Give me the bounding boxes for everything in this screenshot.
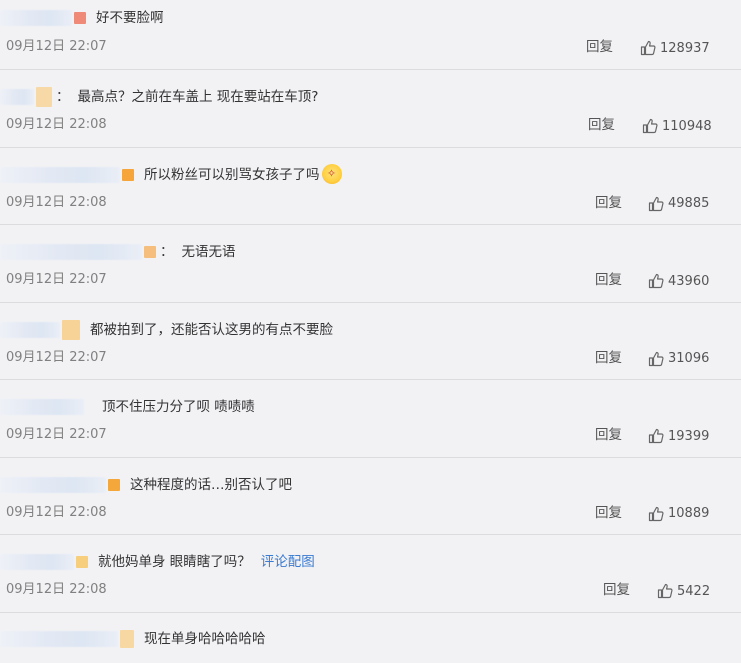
comment-text: 都被拍到了，还能否认这男的有点不要脸 <box>90 321 333 338</box>
user-badge-icon <box>120 629 134 648</box>
user-row: 这种程度的话…别否认了吧 <box>0 472 292 498</box>
like-button[interactable]: 19399 <box>648 426 709 446</box>
like-button[interactable]: 110948 <box>642 116 712 136</box>
username-blurred[interactable] <box>0 166 120 183</box>
comment-body: 最高点？之前在车盖上 现在要站在车顶? <box>77 89 319 105</box>
user-row: 都被拍到了，还能否认这男的有点不要脸 <box>0 317 333 343</box>
like-count: 110948 <box>662 118 712 134</box>
user-badge-icon <box>36 87 52 107</box>
username-blurred[interactable] <box>0 10 72 26</box>
like-button[interactable]: 5422 <box>657 581 710 601</box>
comment-text: 好不要脸啊 <box>96 10 164 26</box>
user-row: 所以粉丝可以别骂女孩子了吗 ✧ <box>0 162 342 188</box>
thumbs-up-icon <box>642 118 658 134</box>
reply-button[interactable]: 回复 <box>595 193 622 213</box>
comment-timestamp: 09月12日 22:07 <box>6 39 107 54</box>
reply-button[interactable]: 回复 <box>595 425 622 445</box>
user-badge-icon <box>62 319 80 340</box>
username-blurred[interactable] <box>0 476 106 493</box>
thumbs-up-icon <box>640 40 656 56</box>
comment-text: 现在单身哈哈哈哈哈 <box>144 630 266 647</box>
user-row: 就他妈单身 眼睛瞎了吗？ 评论配图 <box>0 549 315 575</box>
username-blurred[interactable] <box>0 399 84 415</box>
user-badge-icon <box>122 168 134 181</box>
comment-item: 都被拍到了，还能否认这男的有点不要脸 09月12日 22:07 回复 31096 <box>0 303 741 380</box>
like-count: 49885 <box>668 196 710 211</box>
like-count: 31096 <box>668 351 710 366</box>
thumbs-up-icon <box>648 273 664 289</box>
like-button[interactable]: 128937 <box>640 38 710 58</box>
comment-prefix: ： <box>56 89 70 105</box>
comment-prefix: ： <box>160 244 174 260</box>
comment-text: ： 最高点？之前在车盖上 现在要站在车顶? <box>56 84 318 110</box>
comment-timestamp: 09月12日 22:08 <box>6 194 107 210</box>
comment-text: ： 无语无语 <box>160 239 236 265</box>
reply-button[interactable]: 回复 <box>586 37 613 57</box>
thumbs-up-icon <box>657 583 673 599</box>
username-blurred[interactable] <box>0 321 60 338</box>
comment-body: 就他妈单身 眼睛瞎了吗？ <box>98 554 251 570</box>
reply-button[interactable]: 回复 <box>595 503 622 523</box>
like-count: 5422 <box>677 583 711 599</box>
comment-timestamp: 09月12日 22:08 <box>6 117 107 132</box>
comment-item: 所以粉丝可以别骂女孩子了吗 ✧ 09月12日 22:08 回复 49885 <box>0 148 741 225</box>
like-button[interactable]: 49885 <box>648 194 709 214</box>
like-button[interactable]: 31096 <box>648 349 709 369</box>
user-badge-icon <box>108 478 120 491</box>
comment-timestamp: 09月12日 22:07 <box>6 349 107 365</box>
thumbs-up-icon <box>648 351 664 366</box>
like-count: 19399 <box>668 428 710 444</box>
user-badge-icon <box>74 12 86 24</box>
comment-text: 就他妈单身 眼睛瞎了吗？ 评论配图 <box>98 549 315 575</box>
username-blurred[interactable] <box>0 554 74 570</box>
user-badge-icon <box>76 556 88 568</box>
like-button[interactable]: 10889 <box>648 504 709 524</box>
like-count: 10889 <box>668 506 710 521</box>
like-button[interactable]: 43960 <box>648 271 709 291</box>
comment-text: 所以粉丝可以别骂女孩子了吗 ✧ <box>144 162 342 188</box>
user-row: ： 最高点？之前在车盖上 现在要站在车顶? <box>0 84 318 110</box>
thumbs-up-icon <box>648 428 664 444</box>
username-blurred[interactable] <box>0 630 118 647</box>
username-blurred[interactable] <box>0 244 142 260</box>
comment-item: ： 无语无语 09月12日 22:07 回复 43960 <box>0 225 741 303</box>
comment-item: 就他妈单身 眼睛瞎了吗？ 评论配图 09月12日 22:08 回复 5422 <box>0 535 741 613</box>
user-row: 好不要脸啊 <box>0 5 164 31</box>
comment-item: 好不要脸啊 09月12日 22:07 回复 128937 <box>0 0 741 70</box>
comment-item: 顶不住压力分了呗 啧啧啧 09月12日 22:07 回复 19399 <box>0 380 741 458</box>
comment-image-link[interactable]: 评论配图 <box>261 554 315 570</box>
like-count: 43960 <box>668 273 710 289</box>
reply-button[interactable]: 回复 <box>603 580 630 600</box>
comment-timestamp: 09月12日 22:08 <box>6 582 107 597</box>
comment-item: ： 最高点？之前在车盖上 现在要站在车顶? 09月12日 22:08 回复 110… <box>0 70 741 148</box>
reply-button[interactable]: 回复 <box>595 348 622 368</box>
user-row: 顶不住压力分了呗 啧啧啧 <box>0 394 255 420</box>
comment-text: 这种程度的话…别否认了吧 <box>130 476 292 493</box>
comment-text: 顶不住压力分了呗 啧啧啧 <box>102 399 255 415</box>
reply-button[interactable]: 回复 <box>588 115 615 135</box>
comment-item: 这种程度的话…别否认了吧 09月12日 22:08 回复 10889 <box>0 458 741 535</box>
like-count: 128937 <box>660 40 710 56</box>
comment-timestamp: 09月12日 22:07 <box>6 427 107 442</box>
user-row: 现在单身哈哈哈哈哈 <box>0 626 266 652</box>
username-blurred[interactable] <box>0 89 34 105</box>
thumbs-up-icon <box>648 196 664 211</box>
comment-timestamp: 09月12日 22:08 <box>6 504 107 520</box>
user-row: ： 无语无语 <box>0 239 236 265</box>
crying-face-emoji-icon: ✧ <box>321 163 342 184</box>
comment-item: 现在单身哈哈哈哈哈 <box>0 613 741 663</box>
user-badge-icon <box>144 246 156 258</box>
reply-button[interactable]: 回复 <box>595 270 622 290</box>
comment-list: 好不要脸啊 09月12日 22:07 回复 128937 ： 最高点？之前在车盖上… <box>0 0 741 663</box>
comment-body: 所以粉丝可以别骂女孩子了吗 <box>144 166 320 183</box>
comment-timestamp: 09月12日 22:07 <box>6 272 107 287</box>
thumbs-up-icon <box>648 506 664 521</box>
comment-body: 无语无语 <box>181 244 236 260</box>
